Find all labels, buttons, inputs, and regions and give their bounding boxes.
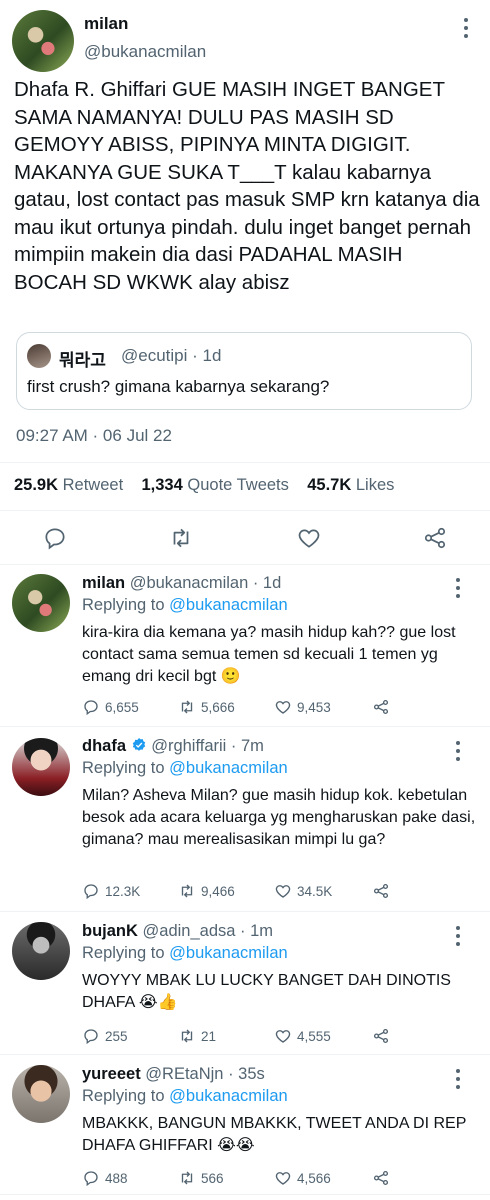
share-button[interactable] [372,882,390,900]
quote-count[interactable]: 1,334 Quote Tweets [142,476,289,494]
retweet-button[interactable]: 9,466 [178,882,235,900]
reply-button[interactable]: 12.3K [82,882,140,900]
reply-actions: 488 566 4,566 [82,1169,482,1191]
retweet-icon [181,884,193,898]
more-icon[interactable] [456,926,460,950]
reply-icon [84,1029,98,1045]
reply-author[interactable]: bujanK @adin_adsa · 1m [82,922,273,941]
reply-item[interactable]: bujanK @adin_adsa · 1m Replying to @buka… [0,912,490,1052]
reply-icon[interactable] [42,525,68,551]
author-name[interactable]: milan [84,14,128,34]
more-icon[interactable] [456,578,460,602]
reply-actions: 12.3K 9,466 34.5K [82,882,482,904]
reply-icon [84,1171,98,1187]
reply-text: WOYYY MBAK LU LUCKY BANGET DAH DINOTIS D… [82,972,451,1011]
replying-to: Replying to @bukanacmilan [82,1087,288,1105]
more-icon[interactable] [464,18,468,42]
retweet-icon [181,700,193,714]
quote-author-handle: @ecutipi · 1d [121,346,222,365]
quote-author-name: 뭐라고 [59,351,106,370]
reply-button[interactable]: 255 [82,1027,128,1045]
share-button[interactable] [372,698,390,716]
reply-icon [84,884,98,900]
like-button[interactable]: 4,555 [274,1027,331,1045]
reply-icon [84,700,98,716]
like-icon [275,885,291,898]
share-icon [373,699,389,715]
reply-actions: 255 21 4,555 [82,1027,482,1049]
verified-icon [132,738,145,751]
divider [0,510,490,511]
avatar[interactable] [12,1065,70,1123]
tweet-text: Dhafa R. Ghiffari GUE MASIH INGET BANGET… [14,78,480,294]
share-icon [373,1028,389,1044]
reply-item[interactable]: milan @bukanacmilan · 1d Replying to @bu… [0,564,490,724]
tweet-actions [0,522,490,554]
avatar[interactable] [12,922,70,980]
replying-to: Replying to @bukanacmilan [82,944,288,962]
like-icon[interactable] [296,525,322,551]
like-icon [275,1172,291,1185]
like-button[interactable]: 4,566 [274,1169,331,1187]
share-button[interactable] [372,1169,390,1187]
like-button[interactable]: 9,453 [274,698,331,716]
reply-item[interactable]: yureeet @REtaNjn · 35s Replying to @buka… [0,1055,490,1190]
quote-text: first crush? gimana kabarnya sekarang? [27,377,330,396]
like-button[interactable]: 34.5K [274,882,332,900]
more-icon[interactable] [456,741,460,765]
retweet-icon [181,1029,193,1043]
retweet-button[interactable]: 5,666 [178,698,235,716]
retweet-button[interactable]: 566 [178,1169,224,1187]
reply-author[interactable]: milan @bukanacmilan · 1d [82,574,281,593]
share-icon[interactable] [422,525,448,551]
tweet-timestamp[interactable]: 09:27 AM · 06 Jul 22 [16,426,172,446]
like-icon [275,1030,291,1043]
quoted-tweet[interactable]: 뭐라고 @ecutipi · 1d first crush? gimana ka… [16,332,472,410]
retweet-count[interactable]: 25.9K Retweet [14,476,123,494]
avatar[interactable] [12,738,70,796]
reply-text: MBAKKK, BANGUN MBAKKK, TWEET ANDA DI REP… [82,1115,467,1154]
reply-author[interactable]: dhafa @rghiffarii · 7m [82,737,264,756]
avatar[interactable] [12,574,70,632]
reply-text: Milan? Asheva Milan? gue masih hidup kok… [82,787,476,848]
like-count[interactable]: 45.7K Likes [307,476,394,494]
tweet-stats: 25.9K Retweet 1,334 Quote Tweets 45.7K L… [14,476,394,495]
divider [0,1194,490,1195]
reply-text: kira-kira dia kemana ya? masih hidup kah… [82,624,456,685]
divider [0,462,490,463]
author-avatar[interactable] [12,10,74,72]
retweet-icon[interactable] [168,525,194,551]
reply-actions: 6,655 5,666 9,453 [82,698,482,720]
author-handle[interactable]: @bukanacmilan [84,42,206,62]
reply-author[interactable]: yureeet @REtaNjn · 35s [82,1065,265,1084]
reply-item[interactable]: dhafa @rghiffarii · 7m Replying to @buka… [0,727,490,909]
share-button[interactable] [372,1027,390,1045]
reply-button[interactable]: 6,655 [82,698,139,716]
retweet-button[interactable]: 21 [178,1027,216,1045]
quote-avatar [27,344,51,368]
more-icon[interactable] [456,1069,460,1093]
replying-to: Replying to @bukanacmilan [82,759,288,777]
retweet-icon [181,1171,193,1185]
like-icon [275,701,291,714]
replying-to: Replying to @bukanacmilan [82,596,288,614]
share-icon [373,883,389,899]
share-icon [373,1170,389,1186]
reply-button[interactable]: 488 [82,1169,128,1187]
